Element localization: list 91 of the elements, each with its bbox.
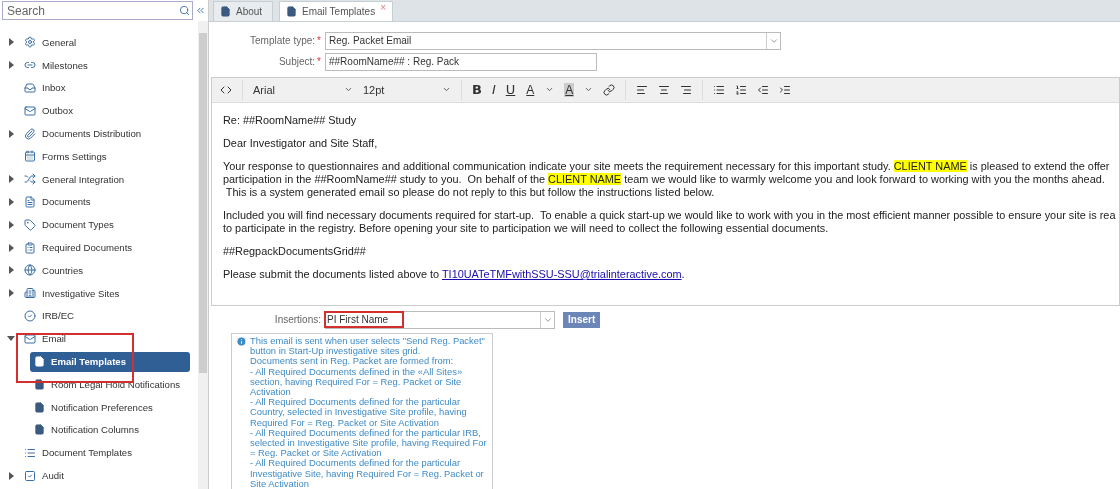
- tree-item[interactable]: Email: [0, 328, 72, 349]
- field-label: Subject: *: [277, 56, 321, 68]
- tab[interactable]: About: [213, 0, 273, 21]
- caret-icon[interactable]: [8, 38, 14, 47]
- selected-value: PI First Name: [326, 313, 403, 327]
- numbered-list-icon[interactable]: [735, 83, 748, 96]
- envelope-icon: [24, 332, 36, 345]
- tree-item[interactable]: Inbox: [0, 78, 72, 98]
- search-field[interactable]: Search: [2, 1, 193, 20]
- bold-button[interactable]: B: [472, 82, 482, 98]
- insertions-select[interactable]: PI First Name: [325, 310, 555, 329]
- tree-item[interactable]: Document Templates: [0, 442, 138, 463]
- list-icon: [24, 446, 36, 459]
- body-paragraph: ##RegpackDocumentsGrid##: [223, 244, 367, 258]
- caret-icon[interactable]: [8, 129, 14, 138]
- subject-field[interactable]: ##RoomName## : Reg. Pack: [325, 52, 597, 71]
- shuffle-icon: [24, 173, 36, 186]
- tree-item[interactable]: General: [0, 32, 83, 53]
- tree-item[interactable]: Notification Columns: [30, 419, 145, 440]
- clipboard-icon: [24, 241, 36, 254]
- inbox-icon: [24, 82, 36, 94]
- document-icon: [286, 5, 297, 17]
- tree-item[interactable]: Milestones: [0, 55, 94, 76]
- field-label: Insertions:: [273, 314, 321, 326]
- link-icon[interactable]: [603, 83, 616, 96]
- caret-icon[interactable]: [8, 220, 14, 229]
- calendar-icon: [24, 150, 36, 163]
- align-right-icon[interactable]: [680, 83, 693, 96]
- tree-item[interactable]: Email Templates: [30, 351, 190, 372]
- required-mark: *: [317, 35, 321, 47]
- template-type-select[interactable]: Reg. Packet Email: [325, 31, 781, 50]
- align-center-icon[interactable]: [658, 83, 671, 96]
- size-select[interactable]: 12pt: [363, 83, 451, 96]
- info-icon: [236, 335, 247, 347]
- email-link[interactable]: TI10UATeTMFwithSSU-SSU@trialinteractive.com: [441, 267, 682, 280]
- caret-icon[interactable]: [8, 471, 14, 480]
- indent-icon[interactable]: [779, 83, 792, 96]
- align-left-icon[interactable]: [636, 83, 649, 96]
- paperclip-icon: [24, 127, 36, 140]
- caret-icon[interactable]: [8, 175, 14, 184]
- insert-button[interactable]: Insert: [563, 311, 601, 328]
- info-text: This email is sent when user selects "Send Reg. Packet" button in Start-Up investigative sites grid. Documents sent in Reg. Packet are formed from: - All Required Documents defined in the «All Sites» section, having Required For = Reg. Packet or Site Activation - All Required Documents defined for the particular Country, selected in Investigative Site profile, having Required For = Reg. Packet or Site Activation - All Required Documents defined for the particular IRB, selected in Investigative Site profile, having Required For = Reg. Packet or Site Activation - All Required Documents defined for the particular Investigative Site, having Required For = Reg. Packet or Site Activation: [250, 335, 488, 489]
- document-icon: [220, 5, 231, 17]
- caret-icon[interactable]: [8, 266, 14, 275]
- text-color-button[interactable]: A: [525, 82, 536, 97]
- search-icon[interactable]: [179, 5, 190, 16]
- scrollbar[interactable]: [198, 21, 208, 489]
- document-icon: [34, 378, 45, 390]
- document-icon: [24, 195, 36, 208]
- tree-item[interactable]: Notification Preferences: [30, 397, 159, 418]
- body-paragraph: Included you will find necessary documents required for start-up. To enable a quick start-up we would like to work with you in the most efficient manner possible to ensure your site is rea to participate in the registry. Before opening your site to participation we will need to collect the following essential documents.: [223, 208, 1117, 235]
- tree-item[interactable]: Documents: [0, 191, 97, 212]
- document-icon: [34, 356, 45, 368]
- font-select[interactable]: Arial: [253, 83, 353, 96]
- italic-button[interactable]: I: [491, 82, 496, 98]
- tag-icon: [24, 218, 36, 231]
- check-circle-icon: [24, 309, 36, 322]
- caret-icon[interactable]: [8, 243, 14, 252]
- background-color-button[interactable]: A: [564, 82, 575, 97]
- tree-item[interactable]: General Integration: [0, 169, 131, 190]
- tree-item[interactable]: Countries: [0, 260, 90, 281]
- tree-item[interactable]: Required Documents: [0, 237, 139, 258]
- caret-icon[interactable]: [7, 336, 15, 342]
- underline-button[interactable]: U: [505, 82, 516, 98]
- tree-item[interactable]: Forms Settings: [0, 146, 113, 167]
- building-icon: [24, 287, 36, 300]
- collapse-icon[interactable]: [195, 5, 206, 16]
- body-paragraph: Your response to questionnaires and additional communication indicate your site meets the requirement necessary for this important study. CLIENT NAME is pleased to extend the offer participation in the ##RoomName## study to you. On behalf of the CLIENT NAME team we would like to warmly welcome you and look forward to working with you the months ahead. This is a system generated email so please do not reply to this but follow the instructions listed below.: [223, 159, 1111, 199]
- checkbox-icon: [24, 469, 36, 482]
- outdent-icon[interactable]: [757, 83, 770, 96]
- tree-item[interactable]: IRB/EC: [0, 305, 80, 326]
- tree-item[interactable]: Audit: [0, 465, 70, 486]
- body-paragraph: Please submit the documents listed above to TI10UATeTMFwithSSU-SSU@trialinteractive.com.: [223, 267, 686, 281]
- document-icon: [34, 424, 45, 436]
- tree-item[interactable]: Outbox: [0, 100, 79, 121]
- caret-icon[interactable]: [8, 197, 14, 206]
- document-icon: [34, 401, 45, 413]
- caret-icon[interactable]: [8, 61, 14, 70]
- tree-item[interactable]: Document Types: [0, 214, 120, 235]
- tree-item[interactable]: Investigative Sites: [0, 283, 126, 304]
- globe-icon: [24, 264, 36, 277]
- tree-item[interactable]: Documents Distribution: [0, 123, 148, 144]
- mail-icon: [24, 104, 36, 117]
- bullet-list-icon[interactable]: [713, 83, 726, 96]
- required-mark: *: [317, 56, 321, 68]
- field-label: Template type: *: [249, 35, 321, 47]
- tab[interactable]: Email Templates ×: [279, 0, 394, 21]
- caret-icon[interactable]: [8, 289, 14, 298]
- body-paragraph: Dear Investigator and Site Staff,: [223, 136, 379, 150]
- body-paragraph: Re: ##RoomName## Study: [223, 113, 358, 127]
- gear-icon: [24, 36, 36, 49]
